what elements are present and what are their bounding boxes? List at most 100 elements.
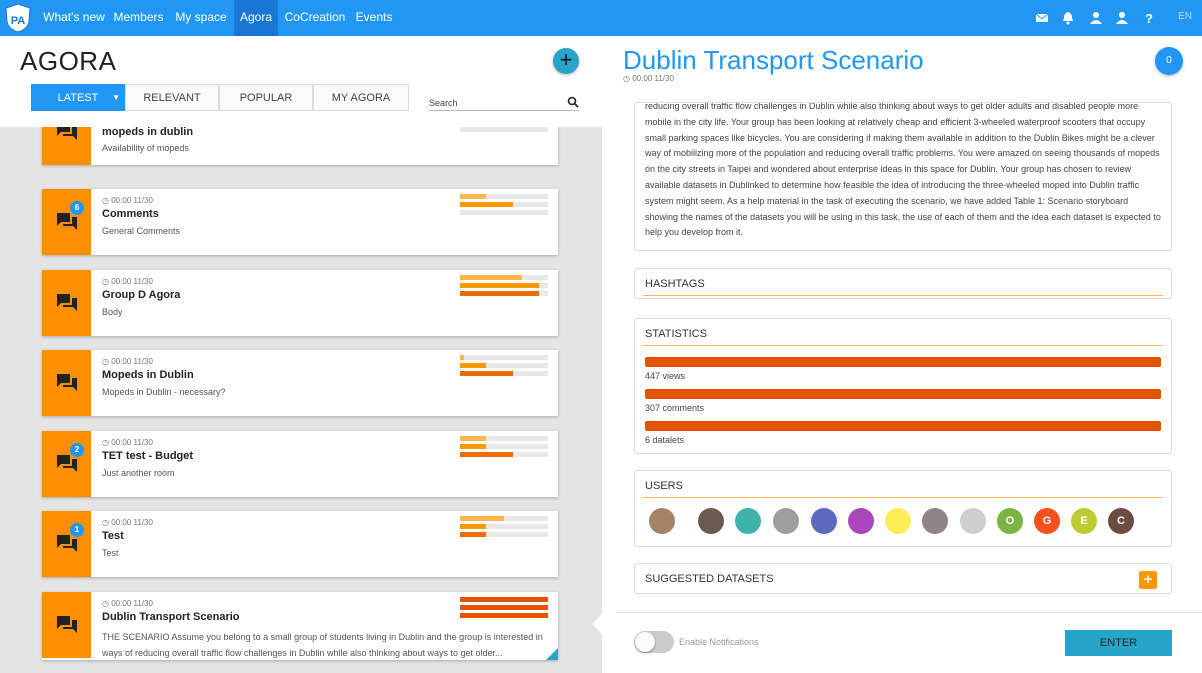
tab-popular[interactable]: POPULAR: [219, 84, 313, 111]
nav-whats-new[interactable]: What's new: [42, 0, 106, 36]
room-subtitle: Mopeds in Dublin - necessary?: [102, 387, 226, 397]
room-icon-tile: [42, 270, 91, 336]
avatar[interactable]: O: [997, 508, 1023, 534]
avatar[interactable]: [773, 508, 799, 534]
svg-text:?: ?: [1145, 11, 1153, 25]
toggle-knob: [635, 632, 655, 652]
mail-icon[interactable]: [1035, 11, 1049, 25]
room-card[interactable]: ◷ 00:00 11/30 Mopeds in Dublin Mopeds in D…: [42, 350, 558, 416]
add-dataset-button[interactable]: +: [1139, 571, 1157, 589]
scenario-scroll[interactable]: reducing overall traffic flow challenges…: [602, 94, 1202, 606]
page-title: AGORA: [20, 46, 117, 76]
chat-bubbles-icon: [57, 616, 77, 633]
nav-agora[interactable]: Agora: [234, 0, 278, 36]
statistics-section: STATISTICS 447 views 307 comments 6 data…: [634, 318, 1172, 454]
avatar[interactable]: [885, 508, 911, 534]
activity-bar: [460, 444, 548, 449]
room-icon-tile: [42, 127, 91, 165]
room-subtitle: Availability of mopeds: [102, 143, 189, 153]
notifications-label: Enable Notifications: [679, 637, 759, 647]
avatar[interactable]: E: [1071, 508, 1097, 534]
activity-bar: [460, 597, 548, 602]
divider: [643, 497, 1163, 498]
room-time-text: 00:00 11/30: [111, 196, 153, 205]
tab-relevant[interactable]: RELEVANT: [125, 84, 219, 111]
enter-button[interactable]: ENTER: [1065, 630, 1172, 656]
agora-pane: AGORA + LATEST ▼ RELEVANT POPULAR MY AGO…: [0, 36, 602, 673]
user-icon[interactable]: [1089, 11, 1103, 25]
chat-bubbles-icon: [57, 294, 77, 311]
activity-bar: [460, 371, 548, 376]
avatar[interactable]: [922, 508, 948, 534]
room-card[interactable]: ◷ 00:00 11/30 Group D Agora Body: [42, 270, 558, 336]
room-activity-bars: [460, 127, 548, 135]
add-room-button[interactable]: +: [553, 48, 579, 74]
room-subtitle: Body: [102, 307, 123, 317]
room-title: Group D Agora: [102, 289, 181, 301]
chat-bubbles-icon: [57, 127, 77, 140]
scenario-description: reducing overall traffic flow challenges…: [634, 102, 1172, 251]
room-activity-bars: [460, 516, 548, 540]
room-time: ◷ 00:00 11/30: [102, 518, 153, 527]
scenario-time: ◷ 00:00 11/30: [623, 74, 674, 83]
room-card[interactable]: 2 ◷ 00:00 11/30 TET test - Budget Just anot…: [42, 431, 558, 497]
notifications-toggle[interactable]: [634, 631, 674, 653]
clock-icon: ◷: [102, 599, 109, 608]
logo[interactable]: PA: [4, 3, 32, 33]
profile-icon[interactable]: [1115, 11, 1129, 25]
nav-my-space[interactable]: My space: [172, 0, 230, 36]
room-icon-tile: [42, 592, 91, 658]
room-time-text: 00:00 11/30: [111, 599, 153, 608]
search-underline: [429, 110, 579, 111]
room-card[interactable]: mopeds in dublin Availability of mopeds: [42, 127, 558, 165]
activity-bar: [460, 291, 548, 296]
search-icon[interactable]: [567, 96, 579, 108]
clock-icon: ◷: [102, 196, 109, 205]
help-icon[interactable]: ?: [1142, 11, 1156, 25]
hashtags-section: HASHTAGS: [634, 268, 1172, 299]
scenario-description-text: reducing overall traffic flow challenges…: [645, 102, 1161, 238]
activity-bar: [460, 363, 548, 368]
avatar[interactable]: [649, 508, 675, 534]
caret-down-icon[interactable]: ▼: [112, 85, 120, 111]
avatar[interactable]: [960, 508, 986, 534]
avatar[interactable]: C: [1108, 508, 1134, 534]
clock-icon: ◷: [623, 74, 630, 83]
tab-latest[interactable]: LATEST ▼: [31, 84, 125, 111]
room-title: Dublin Transport Scenario: [102, 611, 240, 623]
clock-icon: ◷: [102, 357, 109, 366]
chat-bubbles-icon: [57, 374, 77, 391]
comment-badge: 1: [70, 523, 84, 537]
language-selector[interactable]: EN: [1178, 11, 1192, 22]
room-activity-bars: [460, 194, 548, 218]
comments-label: 307 comments: [645, 403, 705, 413]
activity-bar: [460, 283, 548, 288]
nav-members[interactable]: Members: [110, 0, 167, 36]
room-title: TET test - Budget: [102, 450, 194, 462]
room-time: ◷ 00:00 11/30: [102, 438, 153, 447]
scenario-title: Dublin Transport Scenario: [623, 45, 924, 75]
room-card[interactable]: 6 ◷ 00:00 11/30 Comments General Comments: [42, 189, 558, 255]
selection-pointer: [592, 614, 602, 634]
clock-icon: ◷: [102, 277, 109, 286]
avatar[interactable]: [811, 508, 837, 534]
room-card[interactable]: ◷ 00:00 11/30 Dublin Transport Scenario TH…: [42, 592, 558, 660]
search-input[interactable]: Search: [429, 98, 458, 108]
room-time: ◷ 00:00 11/30: [102, 599, 153, 608]
room-title: mopeds in dublin: [102, 127, 194, 138]
avatar[interactable]: [698, 508, 724, 534]
tab-my-agora[interactable]: MY AGORA: [313, 84, 409, 111]
nav-events[interactable]: Events: [352, 0, 396, 36]
bell-icon[interactable]: [1061, 11, 1075, 25]
avatar[interactable]: [735, 508, 761, 534]
room-title: Comments: [102, 208, 159, 220]
avatar[interactable]: G: [1034, 508, 1060, 534]
avatar[interactable]: [848, 508, 874, 534]
comment-count-button[interactable]: 0: [1155, 47, 1183, 75]
agora-header: AGORA + LATEST ▼ RELEVANT POPULAR MY AGO…: [0, 36, 602, 127]
nav-cocreation[interactable]: CoCreation: [281, 0, 349, 36]
scenario-pane: Dublin Transport Scenario ◷ 00:00 11/30 …: [602, 36, 1202, 673]
divider: [643, 295, 1163, 296]
room-card[interactable]: 1 ◷ 00:00 11/30 Test Test: [42, 511, 558, 577]
room-time-text: 00:00 11/30: [111, 277, 153, 286]
